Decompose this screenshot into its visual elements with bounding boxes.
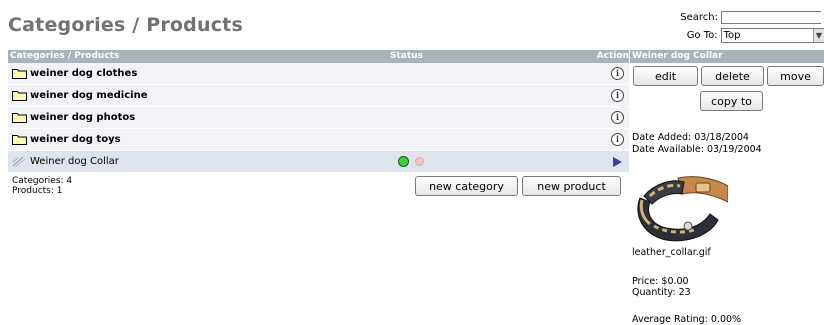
new-product-button[interactable]: new product: [522, 176, 621, 196]
product-row[interactable]: Weiner dog Collar: [8, 151, 629, 173]
delete-button[interactable]: delete: [701, 66, 764, 86]
folder-icon: [12, 135, 27, 145]
products-count: Products: 1: [12, 186, 63, 196]
header-action: Action: [596, 51, 629, 61]
counts: Categories: 4 Products: 1: [12, 176, 72, 196]
folder-icon: [12, 91, 27, 101]
chevron-down-icon[interactable]: ▼: [813, 28, 824, 42]
info-icon[interactable]: i: [611, 89, 624, 102]
move-button[interactable]: move: [767, 66, 824, 86]
goto-select[interactable]: Top ▼: [720, 27, 824, 43]
category-row[interactable]: weiner dog medicine i: [8, 85, 629, 107]
category-row[interactable]: weiner dog clothes i: [8, 63, 629, 85]
category-row[interactable]: weiner dog photos i: [8, 107, 629, 129]
listing-table: Categories / Products Status Action wein…: [8, 50, 629, 173]
date-added: Date Added: 03/18/2004: [632, 132, 749, 143]
product-name[interactable]: Weiner dog Collar: [30, 156, 119, 167]
info-icon[interactable]: i: [611, 111, 624, 124]
quantity: Quantity: 23: [632, 287, 691, 298]
category-name[interactable]: weiner dog clothes: [30, 68, 137, 79]
product-info-box: Weiner dog Collar edit delete move copy …: [630, 50, 824, 325]
category-name[interactable]: weiner dog photos: [30, 112, 135, 123]
page-title: Categories / Products: [8, 14, 243, 36]
search-area: Search: Go To: Top ▼: [660, 8, 824, 44]
folder-icon: [12, 113, 27, 123]
status-inactive-icon[interactable]: [415, 157, 424, 166]
categories-count: Categories: 4: [12, 176, 73, 186]
play-icon: [613, 157, 622, 167]
header-name: Categories / Products: [10, 51, 120, 61]
average-rating: Average Rating: 0.00%: [632, 314, 742, 325]
goto-label: Go To:: [686, 29, 718, 41]
header-status: Status: [390, 51, 423, 61]
search-input[interactable]: [721, 10, 821, 24]
date-available: Date Available: 03/19/2004: [632, 144, 762, 155]
image-filename: leather_collar.gif: [632, 247, 711, 258]
copy-to-button[interactable]: copy to: [700, 91, 763, 111]
category-name[interactable]: weiner dog medicine: [30, 90, 147, 101]
info-title: Weiner dog Collar: [630, 50, 824, 63]
category-row[interactable]: weiner dog toys i: [8, 129, 629, 151]
status-active-icon: [398, 156, 409, 167]
product-image: [637, 176, 728, 242]
new-category-button[interactable]: new category: [415, 176, 518, 196]
search-label: Search:: [680, 11, 718, 23]
info-icon[interactable]: i: [611, 133, 624, 146]
info-icon[interactable]: i: [611, 67, 624, 80]
product-icon: [12, 156, 26, 168]
folder-icon: [12, 69, 27, 79]
listing-header: Categories / Products Status Action: [8, 50, 629, 63]
edit-button[interactable]: edit: [633, 66, 698, 86]
price: Price: $0.00: [632, 276, 689, 287]
goto-selected: Top: [723, 29, 741, 41]
category-name[interactable]: weiner dog toys: [30, 134, 121, 145]
